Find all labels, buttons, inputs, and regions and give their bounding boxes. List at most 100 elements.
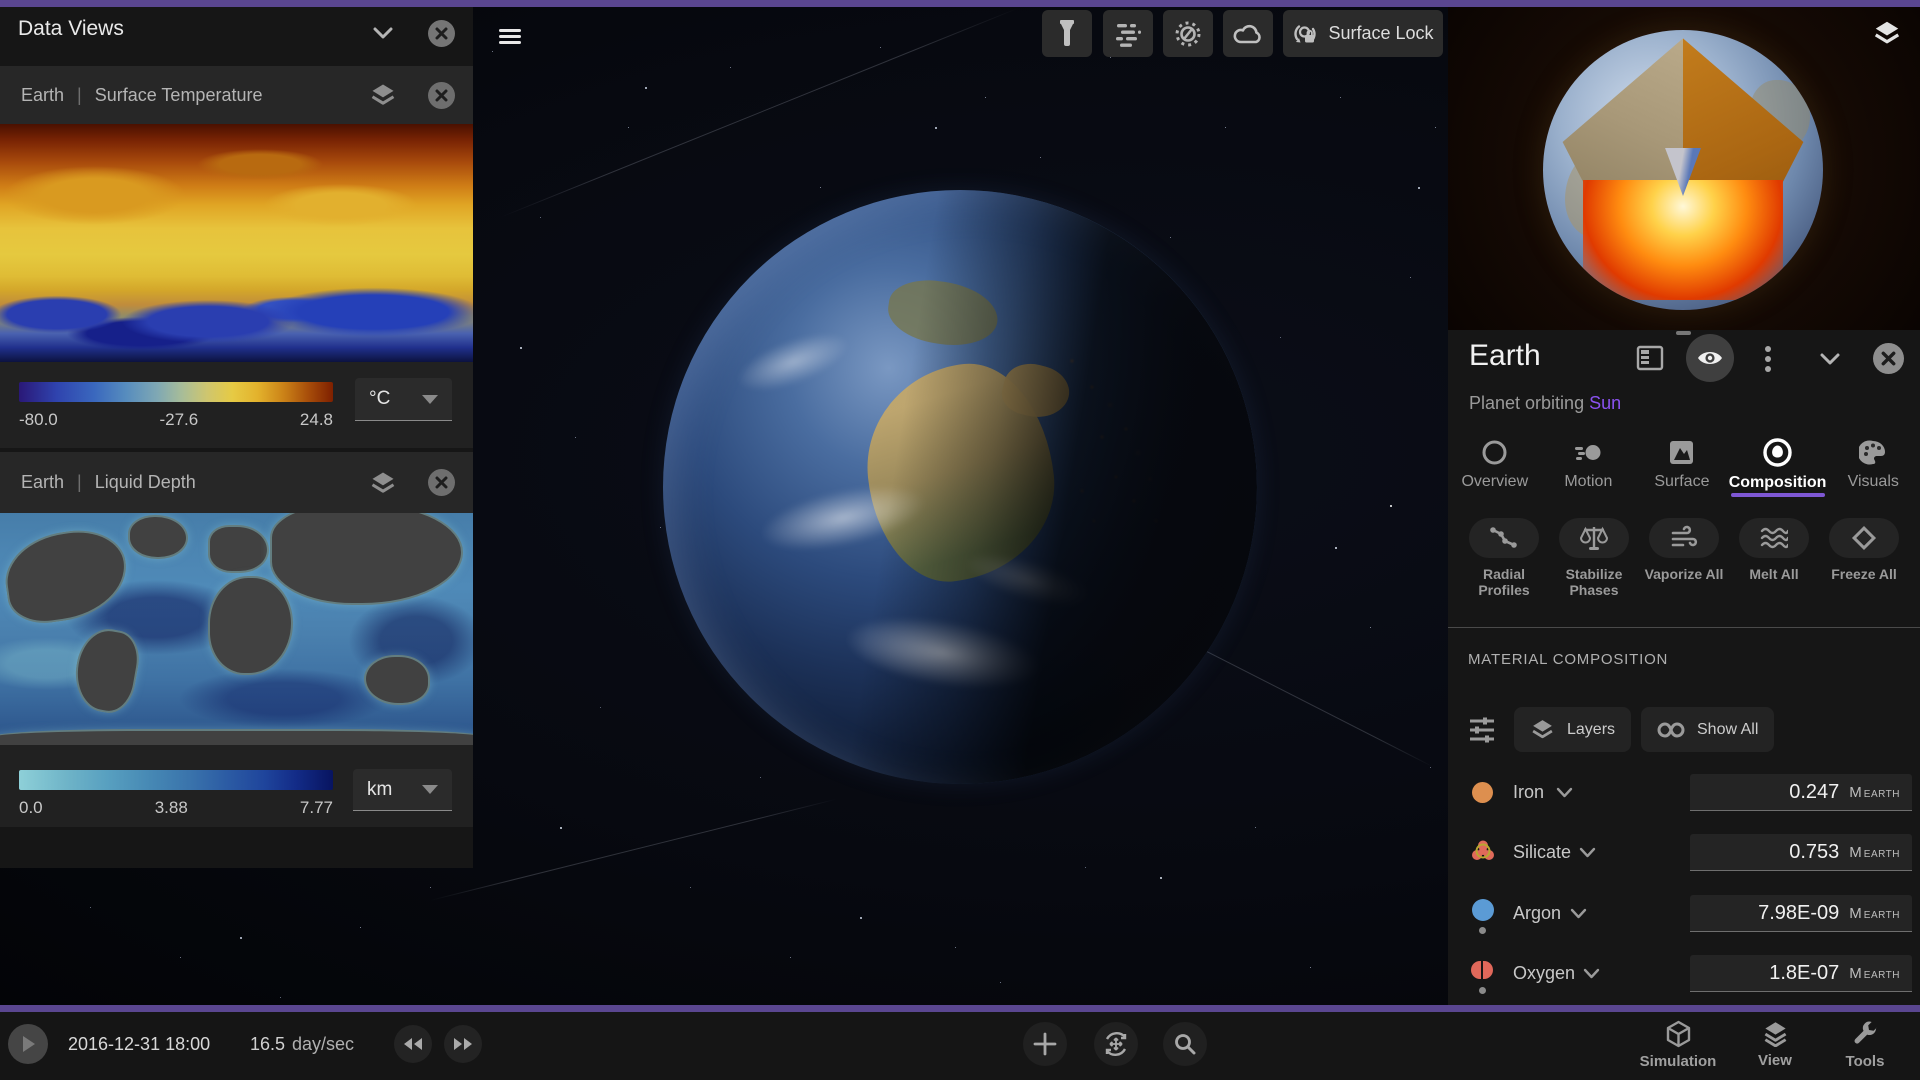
tab-bar: Overview Motion Surface Composition Visu… (1448, 427, 1920, 497)
filter-sliders-icon[interactable] (1469, 715, 1495, 745)
flashlight-tool-button[interactable] (1042, 10, 1092, 57)
freeze-all-button[interactable]: Freeze All (1826, 518, 1902, 598)
close-dataview-button[interactable] (428, 82, 455, 109)
plus-icon (1033, 1032, 1057, 1056)
search-button[interactable] (1163, 1022, 1207, 1066)
scale-labels: -80.0 -27.6 24.8 (19, 410, 333, 430)
action-label: Melt All (1749, 566, 1799, 582)
view-menu-button[interactable]: View (1730, 1020, 1820, 1069)
tab-label: Overview (1461, 473, 1529, 490)
scale-min: -80.0 (19, 410, 58, 429)
track-object-button[interactable] (1094, 1022, 1138, 1066)
earth-globe[interactable] (663, 190, 1257, 784)
stabilize-phases-button[interactable]: Stabilize Phases (1556, 518, 1632, 598)
unit-earth: EARTH (1863, 788, 1900, 800)
palette-icon (1858, 440, 1885, 465)
tab-label: Composition (1728, 474, 1827, 491)
surface-lock-label: Surface Lock (1328, 23, 1434, 43)
scale-mid: 3.88 (154, 798, 188, 817)
cloud-icon (1233, 24, 1261, 43)
sim-rate-value[interactable]: 16.5 (250, 1034, 285, 1055)
material-expand-chevron-icon[interactable] (1570, 908, 1587, 920)
continent-antarctica (0, 728, 473, 745)
sim-datetime[interactable]: 2016-12-31 18:00 (68, 1034, 210, 1055)
slow-down-button[interactable] (394, 1025, 432, 1063)
material-row-silicate: Silicate 0.753 M EARTH (1448, 834, 1920, 884)
scale-max: 24.8 (299, 410, 333, 429)
tab-composition[interactable]: Composition (1728, 432, 1827, 492)
material-value-field[interactable]: 1.8E-07 M EARTH (1690, 955, 1912, 992)
trails-tool-button[interactable] (1163, 10, 1213, 57)
unit-mass: M (1849, 843, 1862, 861)
play-button[interactable] (8, 1024, 48, 1064)
show-all-filter-button[interactable]: Show All (1641, 707, 1775, 752)
tab-visuals[interactable]: Visuals (1826, 433, 1920, 491)
clouds-tool-button[interactable] (1223, 10, 1273, 57)
action-label: Stabilize Phases (1565, 566, 1623, 598)
dataview-card-header[interactable]: Earth | Surface Temperature (0, 66, 473, 124)
simulation-menu-button[interactable]: Simulation (1633, 1020, 1723, 1070)
surface-lock-button[interactable]: Surface Lock (1283, 10, 1443, 57)
resize-handle[interactable] (1676, 331, 1691, 335)
dropdown-arrow-icon (422, 785, 438, 794)
unit-dropdown[interactable]: km (353, 769, 452, 811)
collapse-chevron-icon[interactable] (372, 25, 394, 41)
flashlight-icon (1060, 19, 1074, 46)
material-value-field[interactable]: 0.247 M EARTH (1690, 774, 1912, 811)
layers-filter-button[interactable]: Layers (1514, 707, 1632, 752)
material-expand-chevron-icon[interactable] (1556, 787, 1573, 799)
layers-icon[interactable] (369, 81, 397, 109)
material-value-field[interactable]: 0.753 M EARTH (1690, 834, 1912, 871)
material-expand-chevron-icon[interactable] (1583, 968, 1600, 980)
tab-motion[interactable]: Motion (1542, 433, 1636, 491)
material-expand-chevron-icon[interactable] (1579, 847, 1596, 859)
tools-menu-button[interactable]: Tools (1820, 1020, 1910, 1070)
tab-label: Surface (1654, 473, 1710, 490)
panel-layout-icon[interactable] (1636, 345, 1664, 371)
liquid-depth-map[interactable] (0, 513, 473, 745)
add-object-button[interactable] (1023, 1022, 1067, 1066)
unit-dropdown[interactable]: °C (355, 378, 452, 421)
surface-temperature-map[interactable] (0, 124, 473, 362)
material-value: 0.247 (1789, 780, 1840, 803)
temperature-map-detail (0, 124, 473, 362)
menu-hamburger-button[interactable] (495, 22, 525, 51)
close-dataview-button[interactable] (428, 469, 455, 496)
dropdown-arrow-icon (422, 394, 438, 404)
particles-tool-button[interactable] (1103, 10, 1153, 57)
layers-icon[interactable] (369, 469, 397, 497)
tab-overview[interactable]: Overview (1448, 433, 1542, 491)
dataview-footer: -80.0 -27.6 24.8 °C (0, 362, 473, 448)
dataview-footer: 0.0 3.88 7.77 km (0, 745, 473, 827)
vaporize-all-button[interactable]: Vaporize All (1645, 518, 1723, 598)
layers-icon[interactable] (1872, 18, 1902, 48)
melt-all-button[interactable]: Melt All (1736, 518, 1812, 598)
close-body-panel-button[interactable] (1873, 343, 1904, 374)
radial-profiles-button[interactable]: Radial Profiles (1466, 518, 1542, 598)
city-lights (663, 190, 665, 192)
collapse-chevron-icon[interactable] (1818, 351, 1842, 367)
action-label: Vaporize All (1644, 566, 1724, 582)
rewind-icon (404, 1038, 422, 1050)
layers-filter-label: Layers (1567, 720, 1616, 738)
visibility-toggle-button[interactable] (1686, 334, 1734, 382)
speed-up-button[interactable] (444, 1025, 482, 1063)
parent-body-link[interactable]: Sun (1589, 393, 1621, 413)
close-panel-button[interactable] (428, 20, 455, 47)
dataview-metric: Liquid Depth (94, 472, 196, 492)
panel-title: Data Views (18, 17, 124, 40)
active-tab-underline (1731, 493, 1825, 497)
material-value: 1.8E-07 (1769, 961, 1840, 984)
layers-icon (1764, 1022, 1786, 1047)
dataview-card-header[interactable]: Earth | Liquid Depth (0, 452, 473, 513)
tab-surface[interactable]: Surface (1635, 433, 1729, 491)
divider (1448, 627, 1920, 628)
continent (127, 515, 189, 559)
cutaway-view[interactable] (1448, 7, 1920, 330)
menu-label: View (1758, 1052, 1792, 1069)
melt-waves-icon (1760, 527, 1788, 549)
continent (364, 654, 430, 705)
material-value-field[interactable]: 7.98E-09 M EARTH (1690, 895, 1912, 932)
more-options-kebab-icon[interactable] (1764, 345, 1772, 373)
data-views-panel: Data Views Earth | Surface Temperature -… (0, 7, 473, 868)
